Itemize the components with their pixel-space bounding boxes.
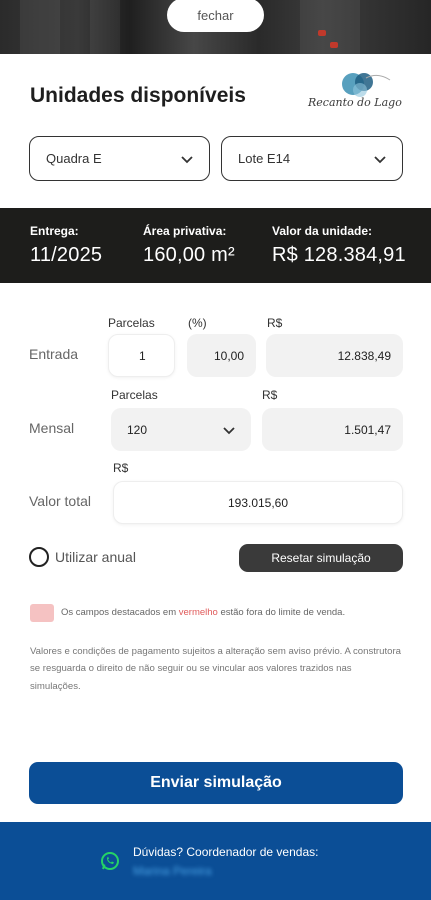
chevron-down-icon — [223, 427, 235, 435]
entrada-parcelas-input[interactable]: 1 — [108, 334, 175, 377]
lote-select[interactable]: Lote E14 — [221, 136, 403, 181]
anual-radio[interactable] — [29, 547, 49, 567]
unit-info-bar: Entrega: 11/2025 Área privativa: 160,00 … — [0, 208, 431, 283]
page-title: Unidades disponíveis — [30, 84, 246, 107]
legend-red-word: vermelho — [178, 607, 218, 618]
area-value: 160,00 m² — [143, 244, 235, 266]
legend-text: Os campos destacados em vermelho estão f… — [61, 607, 345, 618]
total-value-field: 193.015,60 — [113, 481, 403, 524]
total-row-label: Valor total — [29, 493, 91, 509]
quadra-select-value: Quadra E — [46, 151, 102, 166]
entrada-rs-value: 12.838,49 — [337, 348, 391, 363]
close-button[interactable]: fechar — [167, 0, 264, 32]
total-rs-label: R$ — [113, 461, 129, 475]
area-info: Área privativa: 160,00 m² — [143, 224, 235, 267]
entrada-pct-value: 10,00 — [213, 348, 244, 363]
footer-contact-text: Dúvidas? Coordenador de vendas: — [133, 845, 319, 859]
warning-swatch — [30, 604, 54, 622]
entrada-rs-label: R$ — [267, 316, 283, 330]
entrada-pct-label: (%) — [188, 316, 207, 330]
valor-label: Valor da unidade: — [272, 224, 373, 238]
chevron-down-icon — [181, 156, 193, 164]
mensal-rs-label: R$ — [262, 388, 278, 402]
chevron-down-icon — [374, 156, 386, 164]
total-value: 193.015,60 — [227, 495, 289, 510]
reset-simulation-button[interactable]: Resetar simulação — [239, 544, 403, 572]
area-label: Área privativa: — [143, 224, 227, 238]
mensal-row-label: Mensal — [29, 420, 75, 436]
quadra-select[interactable]: Quadra E — [29, 136, 210, 181]
send-simulation-button[interactable]: Enviar simulação — [29, 762, 403, 804]
entrega-info: Entrega: 11/2025 — [30, 224, 102, 267]
entrada-row-label: Entrada — [29, 346, 79, 362]
entrada-rs-input[interactable]: 12.838,49 — [266, 334, 403, 377]
brand-logo-text: Recanto do Lago — [308, 96, 402, 109]
entrada-parcelas-label: Parcelas — [108, 316, 155, 330]
footer — [0, 822, 431, 900]
mensal-parcelas-select[interactable]: 120 — [111, 408, 251, 451]
whatsapp-icon[interactable] — [100, 851, 120, 871]
entrega-value: 11/2025 — [30, 244, 103, 266]
mensal-rs-input[interactable]: 1.501,47 — [262, 408, 403, 451]
legend-before: Os campos destacados em — [61, 607, 179, 618]
brand-logo — [342, 73, 391, 97]
entrega-label: Entrega: — [30, 224, 79, 238]
anual-label[interactable]: Utilizar anual — [55, 549, 136, 565]
disclaimer-text: Valores e condições de pagamento sujeito… — [30, 646, 401, 692]
entrada-parcelas-value: 1 — [139, 348, 146, 363]
mensal-rs-value: 1.501,47 — [344, 422, 391, 437]
lote-select-value: Lote E14 — [238, 151, 291, 166]
entrada-pct-input[interactable]: 10,00 — [187, 334, 256, 377]
valor-info: Valor da unidade: R$ 128.384,91 — [272, 224, 406, 267]
coordinator-link[interactable]: Marina Pereira — [133, 864, 212, 878]
legend-after: estão fora do limite de venda. — [217, 607, 346, 618]
mensal-parcelas-label: Parcelas — [111, 388, 158, 402]
mensal-parcelas-value: 120 — [127, 422, 148, 437]
valor-value: R$ 128.384,91 — [272, 244, 406, 266]
